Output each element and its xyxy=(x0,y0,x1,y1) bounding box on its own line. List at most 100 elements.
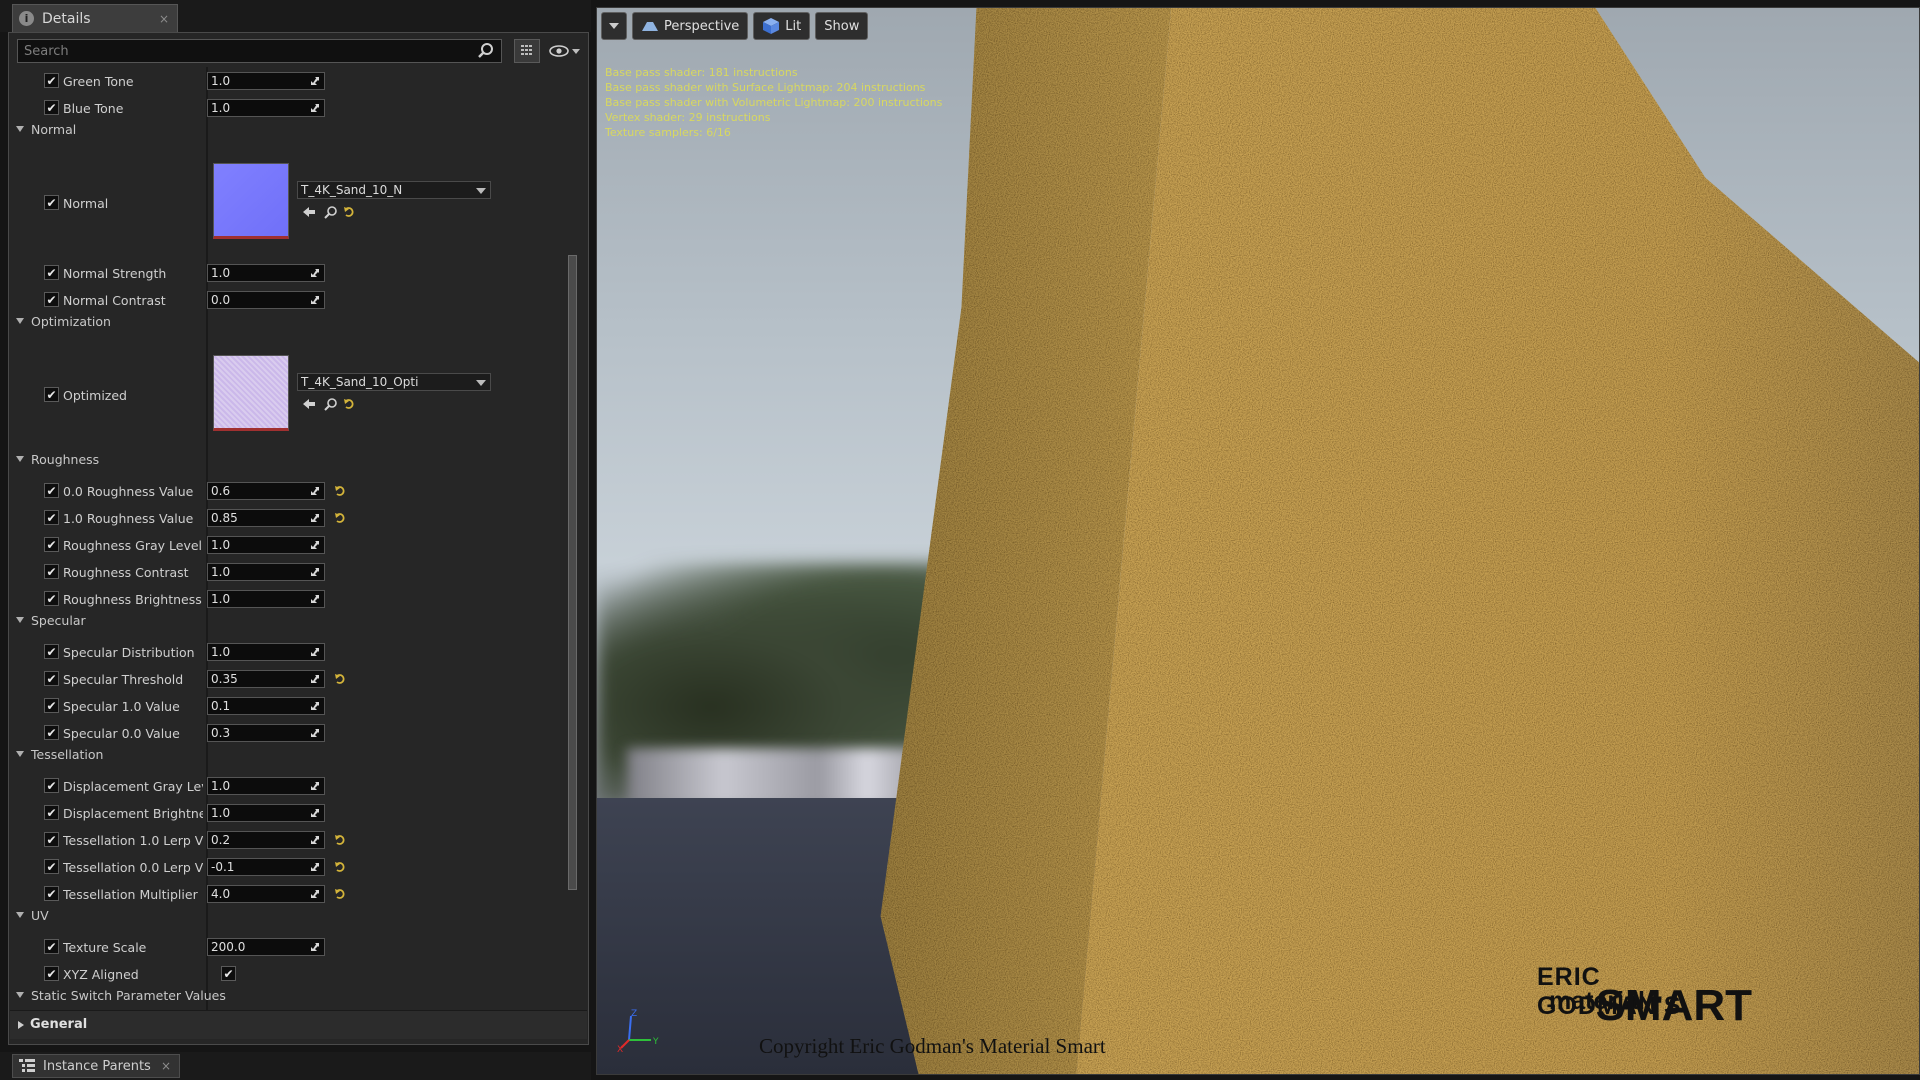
search-row xyxy=(17,39,582,65)
numeric-input[interactable]: 1.0 xyxy=(207,563,325,581)
texture-thumbnail[interactable] xyxy=(213,355,289,431)
override-checkbox[interactable]: ✔ xyxy=(44,195,59,210)
override-checkbox[interactable]: ✔ xyxy=(44,73,59,88)
numeric-input[interactable]: 0.35 xyxy=(207,670,325,688)
numeric-input[interactable]: 1.0 xyxy=(207,643,325,661)
reset-to-default-icon[interactable] xyxy=(334,485,346,497)
numeric-input[interactable]: 0.1 xyxy=(207,697,325,715)
close-tab-icon[interactable]: × xyxy=(159,12,169,26)
reset-to-default-icon[interactable] xyxy=(334,834,346,846)
override-checkbox[interactable]: ✔ xyxy=(44,483,59,498)
category-header[interactable]: Tessellation xyxy=(9,746,569,772)
reset-to-default-icon[interactable] xyxy=(343,206,355,218)
instance-parents-tab[interactable]: Instance Parents × xyxy=(12,1054,180,1078)
property-row: ✔ Normal T_4K_Sand_10_N xyxy=(9,147,569,259)
category-label: Specular xyxy=(31,613,86,628)
override-checkbox[interactable]: ✔ xyxy=(44,537,59,552)
property-name: Specular 1.0 Value xyxy=(63,699,180,714)
category-header[interactable]: Optimization xyxy=(9,313,569,339)
details-scrollbar[interactable] xyxy=(568,255,577,890)
eye-view-options-icon[interactable] xyxy=(545,39,583,63)
asset-picker-combo[interactable]: T_4K_Sand_10_Opti xyxy=(297,373,491,391)
lit-cube-icon xyxy=(763,18,780,34)
property-label-cell: ✔ Normal xyxy=(9,147,205,259)
numeric-input[interactable]: 0.3 xyxy=(207,724,325,742)
numeric-input[interactable]: 0.85 xyxy=(207,509,325,527)
category-header[interactable]: Specular xyxy=(9,612,569,638)
property-name: 0.0 Roughness Value xyxy=(63,484,194,499)
numeric-input[interactable]: 1.0 xyxy=(207,99,325,117)
override-checkbox[interactable]: ✔ xyxy=(44,778,59,793)
numeric-value: 1.0 xyxy=(211,538,231,552)
texture-thumbnail[interactable] xyxy=(213,163,289,239)
collapse-arrow-icon xyxy=(16,751,24,757)
use-selected-asset-icon[interactable] xyxy=(302,205,316,219)
details-tab[interactable]: i Details × xyxy=(12,4,178,32)
numeric-value: 0.3 xyxy=(211,726,231,740)
override-checkbox[interactable]: ✔ xyxy=(44,265,59,280)
bool-value-checkbox[interactable]: ✔ xyxy=(221,966,236,981)
material-preview-viewport[interactable]: Perspective Lit Show Base pass shader: 1… xyxy=(596,7,1920,1075)
perspective-button[interactable]: Perspective xyxy=(632,12,749,40)
override-checkbox[interactable]: ✔ xyxy=(44,805,59,820)
override-checkbox[interactable]: ✔ xyxy=(44,725,59,740)
override-checkbox[interactable]: ✔ xyxy=(44,671,59,686)
category-header[interactable]: Roughness xyxy=(9,451,569,477)
override-checkbox[interactable]: ✔ xyxy=(44,939,59,954)
numeric-input[interactable]: -0.1 xyxy=(207,858,325,876)
reset-to-default-icon[interactable] xyxy=(334,673,346,685)
numeric-input[interactable]: 1.0 xyxy=(207,777,325,795)
override-checkbox[interactable]: ✔ xyxy=(44,644,59,659)
numeric-input[interactable]: 1.0 xyxy=(207,804,325,822)
shader-stat-line: Texture samplers: 6/16 xyxy=(605,126,731,139)
axis-y-label: Y xyxy=(652,1037,659,1047)
override-checkbox[interactable]: ✔ xyxy=(44,100,59,115)
override-checkbox[interactable]: ✔ xyxy=(44,510,59,525)
override-checkbox[interactable]: ✔ xyxy=(44,859,59,874)
close-tab-icon[interactable]: × xyxy=(161,1059,171,1073)
viewport-options-button[interactable] xyxy=(601,12,627,40)
numeric-input[interactable]: 1.0 xyxy=(207,590,325,608)
reset-to-default-icon[interactable] xyxy=(334,861,346,873)
browse-asset-icon[interactable] xyxy=(324,397,338,411)
numeric-input[interactable]: 1.0 xyxy=(207,72,325,90)
use-selected-asset-icon[interactable] xyxy=(302,397,316,411)
numeric-input[interactable]: 0.0 xyxy=(207,291,325,309)
info-icon: i xyxy=(19,11,34,26)
override-checkbox[interactable]: ✔ xyxy=(44,698,59,713)
reset-to-default-icon[interactable] xyxy=(343,398,355,410)
numeric-input[interactable]: 0.6 xyxy=(207,482,325,500)
numeric-input[interactable]: 4.0 xyxy=(207,885,325,903)
override-checkbox[interactable]: ✔ xyxy=(44,387,59,402)
property-name: Texture Scale xyxy=(63,940,147,955)
sandstone-preview-mesh xyxy=(880,8,1919,1074)
property-name: Tessellation 1.0 Lerp Value xyxy=(63,833,203,848)
browse-asset-icon[interactable] xyxy=(324,205,338,219)
asset-name: T_4K_Sand_10_Opti xyxy=(301,375,419,389)
numeric-input[interactable]: 1.0 xyxy=(207,536,325,554)
reset-to-default-icon[interactable] xyxy=(334,512,346,524)
category-header[interactable]: Normal xyxy=(9,121,569,147)
category-header[interactable]: UV xyxy=(9,907,569,933)
override-checkbox[interactable]: ✔ xyxy=(44,886,59,901)
lit-mode-button[interactable]: Lit xyxy=(753,12,811,40)
reset-to-default-icon[interactable] xyxy=(334,888,346,900)
property-matrix-button[interactable] xyxy=(514,39,540,63)
search-icon[interactable] xyxy=(477,42,495,60)
numeric-input[interactable]: 200.0 xyxy=(207,938,325,956)
override-checkbox[interactable]: ✔ xyxy=(44,564,59,579)
search-input[interactable] xyxy=(17,39,502,63)
numeric-input[interactable]: 1.0 xyxy=(207,264,325,282)
drag-arrow-icon xyxy=(309,267,321,279)
override-checkbox[interactable]: ✔ xyxy=(44,591,59,606)
override-checkbox[interactable]: ✔ xyxy=(44,832,59,847)
override-checkbox[interactable]: ✔ xyxy=(44,292,59,307)
asset-picker-combo[interactable]: T_4K_Sand_10_N xyxy=(297,181,491,199)
numeric-input[interactable]: 0.2 xyxy=(207,831,325,849)
property-list: ✔ Green Tone 1.0 ✔ Blue Tone 1.0 Normal ✔ Normal… xyxy=(9,67,569,1012)
category-general[interactable]: General xyxy=(10,1010,587,1039)
override-checkbox[interactable]: ✔ xyxy=(44,966,59,981)
property-label-cell: ✔ 0.0 Roughness Value xyxy=(9,477,205,504)
category-header[interactable]: Static Switch Parameter Values xyxy=(9,987,569,1012)
show-button[interactable]: Show xyxy=(815,12,869,40)
